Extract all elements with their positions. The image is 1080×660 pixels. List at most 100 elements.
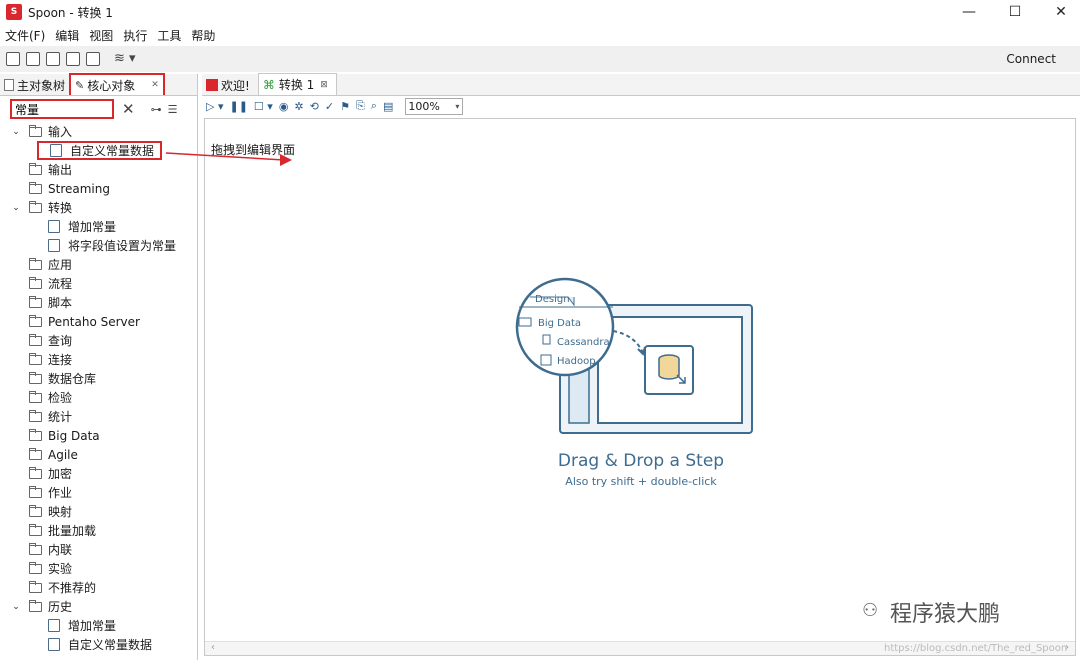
tab-close-icon[interactable]: ⊠ bbox=[320, 80, 328, 90]
tree-item-label: 将字段值设置为常量 bbox=[68, 239, 177, 253]
tree-item-label: 数据仓库 bbox=[48, 372, 97, 386]
tree-folder[interactable]: ⌄输出 bbox=[0, 160, 197, 179]
tree-step-item[interactable]: 自定义常量数据 bbox=[0, 635, 197, 654]
tree-folder[interactable]: ⌄实验 bbox=[0, 559, 197, 578]
open-file-icon[interactable] bbox=[26, 52, 40, 66]
zoom-select[interactable]: 100% ▾ bbox=[405, 97, 464, 115]
tree-folder[interactable]: ⌄作业 bbox=[0, 483, 197, 502]
folder-icon bbox=[29, 352, 42, 365]
explore-repository-icon[interactable] bbox=[46, 52, 60, 66]
tree-folder[interactable]: ⌄ 输入 bbox=[0, 122, 197, 141]
tree-folder[interactable]: ⌄Agile bbox=[0, 445, 197, 464]
design-item-cassandra: Cassandra bbox=[557, 337, 610, 348]
transformation-canvas[interactable]: 拖拽到编辑界面 Design Big Data Cassandra Hadoop… bbox=[204, 118, 1076, 656]
tree-step-item[interactable]: 自定义常量数据 bbox=[37, 141, 162, 160]
tree-folder[interactable]: ⌄ 历史 bbox=[0, 597, 197, 616]
step-icon bbox=[48, 619, 60, 632]
tree-folder[interactable]: ⌄数据仓库 bbox=[0, 369, 197, 388]
tree-folder[interactable]: ⌄查询 bbox=[0, 331, 197, 350]
folder-icon bbox=[29, 314, 42, 327]
chevron-down-icon[interactable]: ⌄ bbox=[10, 203, 22, 213]
tree-folder[interactable]: ⌄ 转换 bbox=[0, 198, 197, 217]
connect-button[interactable]: Connect bbox=[1006, 52, 1056, 66]
step-search-input[interactable] bbox=[10, 99, 114, 119]
debug-icon[interactable]: ✲ bbox=[294, 100, 303, 113]
drag-drop-illustration: Design Big Data Cassandra Hadoop bbox=[515, 277, 753, 434]
tree-step-item[interactable]: 增加常量 bbox=[0, 217, 197, 236]
folder-icon bbox=[29, 599, 42, 612]
tree-folder[interactable]: ⌄不推荐的 bbox=[0, 578, 197, 597]
scroll-left-icon[interactable]: ‹ bbox=[211, 642, 215, 653]
menu-item[interactable]: 帮助 bbox=[186, 27, 220, 44]
tree-folder[interactable]: ⌄加密 bbox=[0, 464, 197, 483]
close-button[interactable]: ✕ bbox=[1038, 0, 1080, 24]
new-file-icon[interactable] bbox=[6, 52, 20, 66]
expand-tree-icon[interactable]: ☰ bbox=[168, 103, 178, 116]
verify-icon[interactable]: ✓ bbox=[325, 100, 334, 113]
sql-icon[interactable]: ⎘ bbox=[356, 99, 365, 113]
replay-icon[interactable]: ⟲ bbox=[310, 100, 319, 113]
menu-item[interactable]: 文件(F) bbox=[0, 27, 50, 44]
menu-item[interactable]: 视图 bbox=[84, 27, 118, 44]
tree-folder[interactable]: ⌄映射 bbox=[0, 502, 197, 521]
folder-icon bbox=[29, 523, 42, 536]
tree-folder[interactable]: ⌄流程 bbox=[0, 274, 197, 293]
tree-item-label: Big Data bbox=[48, 428, 100, 443]
minimize-button[interactable]: — bbox=[946, 0, 992, 24]
watermark-text: 程序猿大鹏 bbox=[890, 602, 1001, 627]
preview-icon[interactable]: ◉ bbox=[279, 100, 289, 113]
step-tree: ⌄输入自定义常量数据⌄输出⌄Streaming⌄转换增加常量将字段值设置为常量⌄… bbox=[0, 122, 197, 654]
menu-item[interactable]: 编辑 bbox=[50, 27, 84, 44]
tab-welcome[interactable]: 欢迎! bbox=[202, 75, 258, 95]
save-as-icon[interactable] bbox=[86, 52, 100, 66]
tree-folder[interactable]: ⌄Pentaho Server bbox=[0, 312, 197, 331]
clear-search-icon[interactable]: ✕ bbox=[122, 100, 135, 118]
folder-icon bbox=[29, 504, 42, 517]
canvas-toolbar: ▷ ▾ ❚❚ ☐ ▾ ◉ ✲ ⟲ ✓ ⚑ ⎘ ⌕ ▤ 100% ▾ bbox=[202, 96, 1080, 116]
tree-item-label: 映射 bbox=[48, 505, 73, 519]
tree-folder[interactable]: ⌄连接 bbox=[0, 350, 197, 369]
design-item-hadoop: Hadoop bbox=[557, 356, 596, 367]
tree-item-label: 输入 bbox=[48, 125, 73, 139]
tree-folder[interactable]: ⌄Streaming bbox=[0, 179, 197, 198]
tree-folder[interactable]: ⌄统计 bbox=[0, 407, 197, 426]
impact-icon[interactable]: ⚑ bbox=[340, 100, 350, 113]
layers-dropdown-icon[interactable]: ≋ ▾ bbox=[114, 52, 136, 66]
tree-folder[interactable]: ⌄内联 bbox=[0, 540, 197, 559]
explore-db-icon[interactable]: ⌕ bbox=[371, 99, 377, 113]
tree-item-label: 转换 bbox=[48, 201, 73, 215]
tree-folder[interactable]: ⌄Big Data bbox=[0, 426, 197, 445]
tab-transformation[interactable]: ⌘ 转换 1 ⊠ bbox=[257, 73, 337, 95]
maximize-button[interactable]: ☐ bbox=[992, 0, 1038, 24]
tree-step-item[interactable]: 将字段值设置为常量 bbox=[0, 236, 197, 255]
tree-item-label: Streaming bbox=[48, 181, 110, 196]
save-icon[interactable] bbox=[66, 52, 80, 66]
tree-folder[interactable]: ⌄脚本 bbox=[0, 293, 197, 312]
tab-close-icon[interactable]: ✕ bbox=[151, 80, 159, 90]
stop-icon[interactable]: ☐ ▾ bbox=[254, 100, 273, 113]
database-body-shape bbox=[658, 359, 680, 380]
tree-item-label: 不推荐的 bbox=[48, 581, 97, 595]
tree-item-label: 自定义常量数据 bbox=[70, 144, 155, 158]
tree-item-label: 应用 bbox=[48, 258, 73, 272]
show-results-icon[interactable]: ▤ bbox=[383, 100, 393, 113]
chevron-down-icon[interactable]: ⌄ bbox=[10, 127, 22, 137]
menu-item[interactable]: 工具 bbox=[152, 27, 186, 44]
tree-step-item[interactable]: 增加常量 bbox=[0, 616, 197, 635]
run-icon[interactable]: ▷ ▾ bbox=[206, 100, 223, 113]
folder-icon bbox=[29, 162, 42, 175]
tree-item-label: 检验 bbox=[48, 391, 73, 405]
folder-icon bbox=[29, 371, 42, 384]
tab-core-objects[interactable]: ✎ 核心对象 ✕ bbox=[69, 73, 165, 95]
chevron-down-icon[interactable]: ⌄ bbox=[10, 602, 22, 612]
folder-icon bbox=[29, 447, 42, 460]
menu-item[interactable]: 执行 bbox=[118, 27, 152, 44]
tree-folder[interactable]: ⌄批量加载 bbox=[0, 521, 197, 540]
pause-icon[interactable]: ❚❚ bbox=[229, 100, 247, 113]
tab-main-tree[interactable]: 主对象树 bbox=[0, 75, 69, 95]
tree-folder[interactable]: ⌄应用 bbox=[0, 255, 197, 274]
collapse-tree-icon[interactable]: ⊶ bbox=[151, 103, 162, 116]
step-icon bbox=[48, 638, 60, 651]
tree-item-label: 内联 bbox=[48, 543, 73, 557]
tree-folder[interactable]: ⌄检验 bbox=[0, 388, 197, 407]
